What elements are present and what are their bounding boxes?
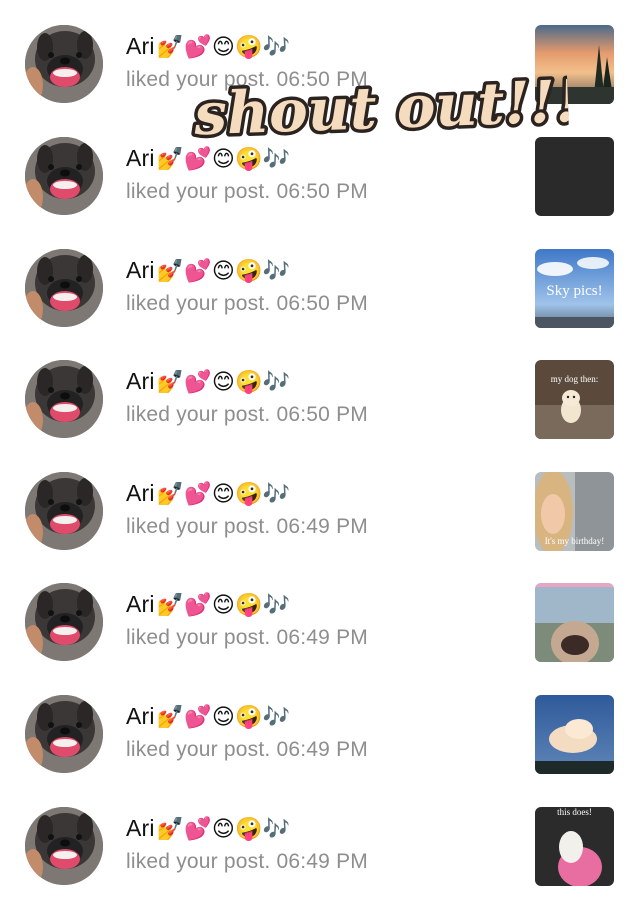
avatar[interactable] — [25, 25, 103, 103]
activity-text: liked your post. 06:49 PM — [126, 515, 368, 539]
username-emojis: 💅💕😊🤪🎶 — [156, 593, 291, 618]
activity-text: liked your post. 06:49 PM — [126, 850, 368, 874]
post-thumbnail[interactable] — [535, 583, 614, 662]
avatar[interactable] — [25, 472, 103, 550]
notification-row[interactable]: Ari💅💕😊🤪🎶 liked your post. 06:49 PM It's my… — [0, 470, 640, 582]
username-text: Ari — [126, 591, 155, 617]
overlay-text: shout out!!! — [192, 67, 569, 148]
activity-action: liked your post. — [126, 515, 271, 538]
username[interactable]: Ari💅💕😊🤪🎶 — [126, 703, 290, 730]
thumbnail-caption: It's my birthday! — [544, 536, 605, 546]
notification-row[interactable]: Ari💅💕😊🤪🎶 liked your post. 06:50 PM my dog … — [0, 358, 640, 470]
username[interactable]: Ari💅💕😊🤪🎶 — [126, 815, 290, 842]
activity-text: liked your post. 06:50 PM — [126, 403, 368, 427]
post-thumbnail[interactable] — [535, 137, 614, 216]
username[interactable]: Ari💅💕😊🤪🎶 — [126, 257, 290, 284]
activity-action: liked your post. — [126, 403, 271, 426]
thumbnail-caption: this does! — [557, 807, 592, 817]
activity-time: 06:49 PM — [276, 626, 368, 649]
username[interactable]: Ari💅💕😊🤪🎶 — [126, 368, 290, 395]
username-text: Ari — [126, 815, 155, 841]
username[interactable]: Ari💅💕😊🤪🎶 — [126, 480, 290, 507]
activity-text: liked your post. 06:49 PM — [126, 738, 368, 762]
username-text: Ari — [126, 257, 155, 283]
username-emojis: 💅💕😊🤪🎶 — [156, 259, 291, 284]
username[interactable]: Ari💅💕😊🤪🎶 — [126, 591, 290, 618]
notification-row[interactable]: Ari💅💕😊🤪🎶 liked your post. 06:49 PM this do… — [0, 805, 640, 917]
username-text: Ari — [126, 33, 155, 59]
activity-action: liked your post. — [126, 850, 271, 873]
notification-row[interactable]: Ari💅💕😊🤪🎶 liked your post. 06:50 PM Sky pic… — [0, 247, 640, 359]
thumbnail-caption: my dog then: — [550, 374, 599, 384]
notification-row[interactable]: Ari💅💕😊🤪🎶 liked your post. 06:49 PM — [0, 581, 640, 693]
username-emojis: 💅💕😊🤪🎶 — [156, 370, 291, 395]
post-thumbnail[interactable]: my dog then: — [535, 360, 614, 439]
activity-action: liked your post. — [126, 626, 271, 649]
username-emojis: 💅💕😊🤪🎶 — [156, 705, 291, 730]
username-text: Ari — [126, 368, 155, 394]
thumbnail-caption: Sky pics! — [546, 283, 603, 299]
post-thumbnail[interactable]: this does! — [535, 807, 614, 886]
post-thumbnail[interactable]: Sky pics! — [535, 249, 614, 328]
activity-time: 06:50 PM — [276, 403, 368, 426]
post-thumbnail[interactable] — [535, 695, 614, 774]
activity-time: 06:50 PM — [276, 180, 368, 203]
username-emojis: 💅💕😊🤪🎶 — [156, 817, 291, 842]
username-emojis: 💅💕😊🤪🎶 — [156, 35, 291, 60]
activity-time: 06:49 PM — [276, 850, 368, 873]
activity-time: 06:50 PM — [276, 292, 368, 315]
post-thumbnail[interactable]: It's my birthday! — [535, 472, 614, 551]
avatar[interactable] — [25, 137, 103, 215]
username-emojis: 💅💕😊🤪🎶 — [156, 482, 291, 507]
username-text: Ari — [126, 480, 155, 506]
avatar[interactable] — [25, 249, 103, 327]
activity-text: liked your post. 06:50 PM — [126, 292, 368, 316]
activity-text: liked your post. 06:50 PM — [126, 180, 368, 204]
username-text: Ari — [126, 703, 155, 729]
shout-out-overlay: shout out!!! — [188, 63, 569, 151]
activity-action: liked your post. — [126, 292, 271, 315]
activity-time: 06:49 PM — [276, 515, 368, 538]
activity-time: 06:49 PM — [276, 738, 368, 761]
avatar[interactable] — [25, 360, 103, 438]
avatar[interactable] — [25, 807, 103, 885]
notification-row[interactable]: Ari💅💕😊🤪🎶 liked your post. 06:49 PM — [0, 693, 640, 805]
activity-action: liked your post. — [126, 738, 271, 761]
activity-action: liked your post. — [126, 180, 271, 203]
avatar[interactable] — [25, 583, 103, 661]
activity-text: liked your post. 06:49 PM — [126, 626, 368, 650]
avatar[interactable] — [25, 695, 103, 773]
username[interactable]: Ari💅💕😊🤪🎶 — [126, 33, 290, 60]
username-text: Ari — [126, 145, 155, 171]
